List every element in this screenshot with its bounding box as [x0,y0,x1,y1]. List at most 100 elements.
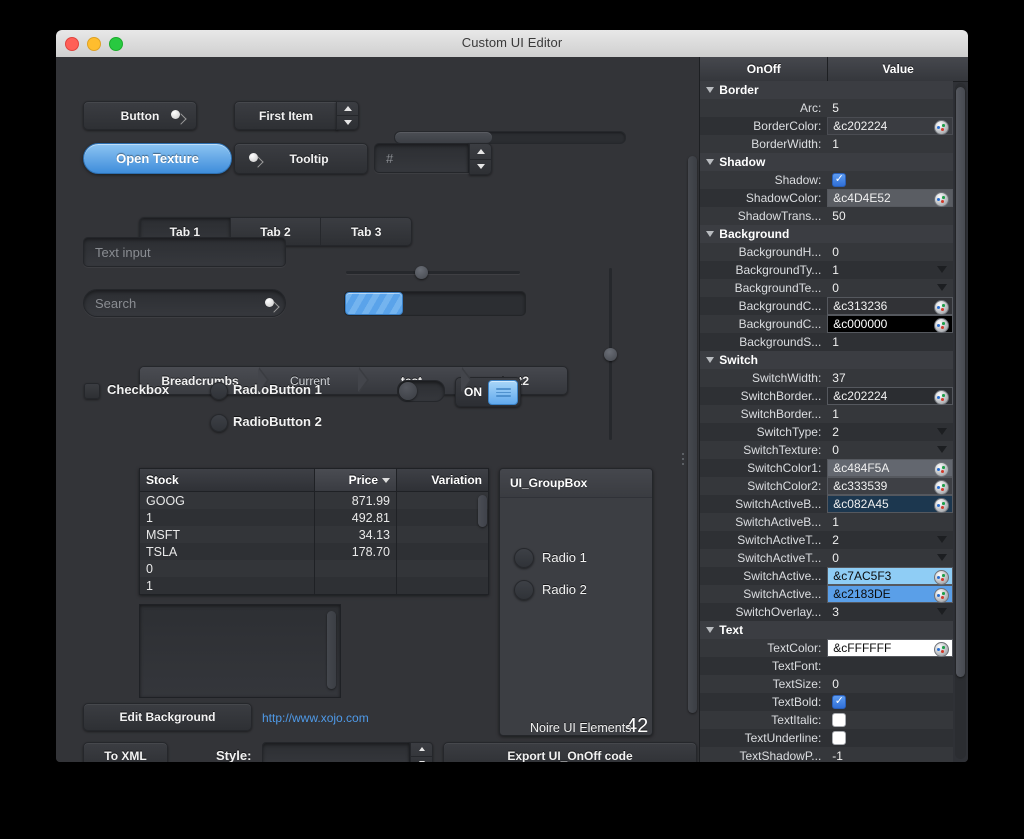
to-xml-button[interactable]: To XML [83,742,168,762]
popup-stepper[interactable] [336,101,359,130]
property-row[interactable]: TextShadowP...-1 [700,747,953,762]
hash-stepper[interactable] [469,143,492,175]
property-group-shadow[interactable]: Shadow [700,153,953,171]
property-row[interactable]: BackgroundC...&c000000 [700,315,953,333]
column-header-value[interactable]: Value [828,57,968,81]
style-popup[interactable] [262,742,410,762]
search-input[interactable]: Search [83,289,286,317]
export-button[interactable]: Export UI_OnOff code [443,742,697,762]
property-value[interactable]: &c333539 [827,477,953,495]
color-picker-icon[interactable] [934,318,949,333]
property-value[interactable] [827,711,953,729]
column-header-variation[interactable]: Variation [397,469,488,491]
property-row[interactable]: SwitchBorder...1 [700,405,953,423]
radio-button-2[interactable] [210,414,228,432]
property-value[interactable]: &cFFFFFF [827,639,953,657]
table-row[interactable]: 1492.81 [140,509,488,526]
checkbox-unchecked-icon[interactable] [832,713,846,727]
color-picker-icon[interactable] [934,480,949,495]
style-stepper[interactable] [410,742,433,762]
property-value[interactable]: &c202224 [827,117,953,135]
property-group-background[interactable]: Background [700,225,953,243]
property-value[interactable]: 1 [827,261,953,279]
table-row[interactable]: GOOG871.99 [140,492,488,509]
preview-scrollbar-thumb[interactable] [327,611,336,689]
table-row[interactable]: 1 [140,577,488,594]
property-value[interactable]: &c313236 [827,297,953,315]
stepper-down-icon[interactable] [411,757,432,763]
chevron-down-icon[interactable] [937,428,947,435]
property-value[interactable] [827,729,953,747]
preview-scrollbar[interactable] [326,611,337,689]
property-row[interactable]: TextItalic: [700,711,953,729]
tooltip-button[interactable]: Tooltip [234,143,368,174]
table-scrollbar-thumb[interactable] [478,495,487,527]
property-value[interactable]: &c4D4E52 [827,189,953,207]
property-row[interactable]: BorderColor:&c202224 [700,117,953,135]
property-row[interactable]: SwitchColor2:&c333539 [700,477,953,495]
property-row[interactable]: SwitchActive...&c2183DE [700,585,953,603]
property-value[interactable]: 0 [827,549,953,567]
disclosure-triangle-icon[interactable] [706,87,714,93]
property-row[interactable]: SwitchActiveB...&c082A45 [700,495,953,513]
tab-3[interactable]: Tab 3 [321,218,411,245]
property-group-border[interactable]: Border [700,81,953,99]
property-value[interactable]: 1 [827,513,953,531]
table-row[interactable]: 0 [140,560,488,577]
horizontal-slider-knob[interactable] [415,266,428,279]
property-row[interactable]: SwitchBorder...&c202224 [700,387,953,405]
horizontal-slider-track[interactable] [346,271,520,274]
property-row[interactable]: BackgroundS...1 [700,333,953,351]
property-value[interactable]: 1 [827,333,953,351]
property-row[interactable]: TextUnderline: [700,729,953,747]
property-row[interactable]: SwitchActiveB...1 [700,513,953,531]
property-panel-scrollbar-thumb[interactable] [956,87,965,677]
property-value[interactable]: 5 [827,99,953,117]
onoff-switch-knob[interactable] [488,380,518,405]
splitter-handle[interactable] [682,453,684,465]
disclosure-triangle-icon[interactable] [706,357,714,363]
property-value[interactable]: &c2183DE [827,585,953,603]
property-value[interactable]: &c202224 [827,387,953,405]
property-value[interactable] [827,657,953,675]
blue-slider-track[interactable] [344,291,526,316]
chevron-down-icon[interactable] [937,266,947,273]
chevron-down-icon[interactable] [937,608,947,615]
open-texture-button[interactable]: Open Texture [83,143,232,174]
property-value[interactable] [827,171,953,189]
property-row[interactable]: BackgroundH...0 [700,243,953,261]
color-picker-icon[interactable] [934,498,949,513]
stepper-up-icon[interactable] [411,743,432,756]
property-row[interactable]: TextFont: [700,657,953,675]
hash-field[interactable]: # [374,143,469,173]
property-value[interactable]: 1 [827,405,953,423]
property-row[interactable]: BackgroundTy...1 [700,261,953,279]
property-value[interactable]: 0 [827,441,953,459]
property-row[interactable]: ShadowTrans...50 [700,207,953,225]
disclosure-triangle-icon[interactable] [706,231,714,237]
column-header-price[interactable]: Price [315,469,397,491]
property-row[interactable]: SwitchOverlay...3 [700,603,953,621]
stepper-up-icon[interactable] [470,144,491,159]
chevron-down-icon[interactable] [937,554,947,561]
checkbox-checked-icon[interactable] [832,173,846,187]
popup-first-item[interactable]: First Item [234,101,338,130]
property-panel-scrollbar[interactable] [955,83,966,759]
property-row[interactable]: SwitchColor1:&c484F5A [700,459,953,477]
stepper-down-icon[interactable] [470,160,491,175]
column-header-stock[interactable]: Stock [140,469,315,491]
color-picker-icon[interactable] [934,642,949,657]
button-control[interactable]: Button [83,101,197,130]
property-row[interactable]: SwitchWidth:37 [700,369,953,387]
radio-button-1[interactable] [210,382,228,400]
property-value[interactable]: 0 [827,243,953,261]
property-row[interactable]: TextBold: [700,693,953,711]
property-row[interactable]: ShadowColor:&c4D4E52 [700,189,953,207]
disclosure-triangle-icon[interactable] [706,627,714,633]
property-group-text[interactable]: Text [700,621,953,639]
property-row[interactable]: Arc:5 [700,99,953,117]
property-row[interactable]: TextSize:0 [700,675,953,693]
property-value[interactable]: &c484F5A [827,459,953,477]
color-picker-icon[interactable] [934,570,949,585]
column-header-onoff[interactable]: OnOff [700,57,828,81]
